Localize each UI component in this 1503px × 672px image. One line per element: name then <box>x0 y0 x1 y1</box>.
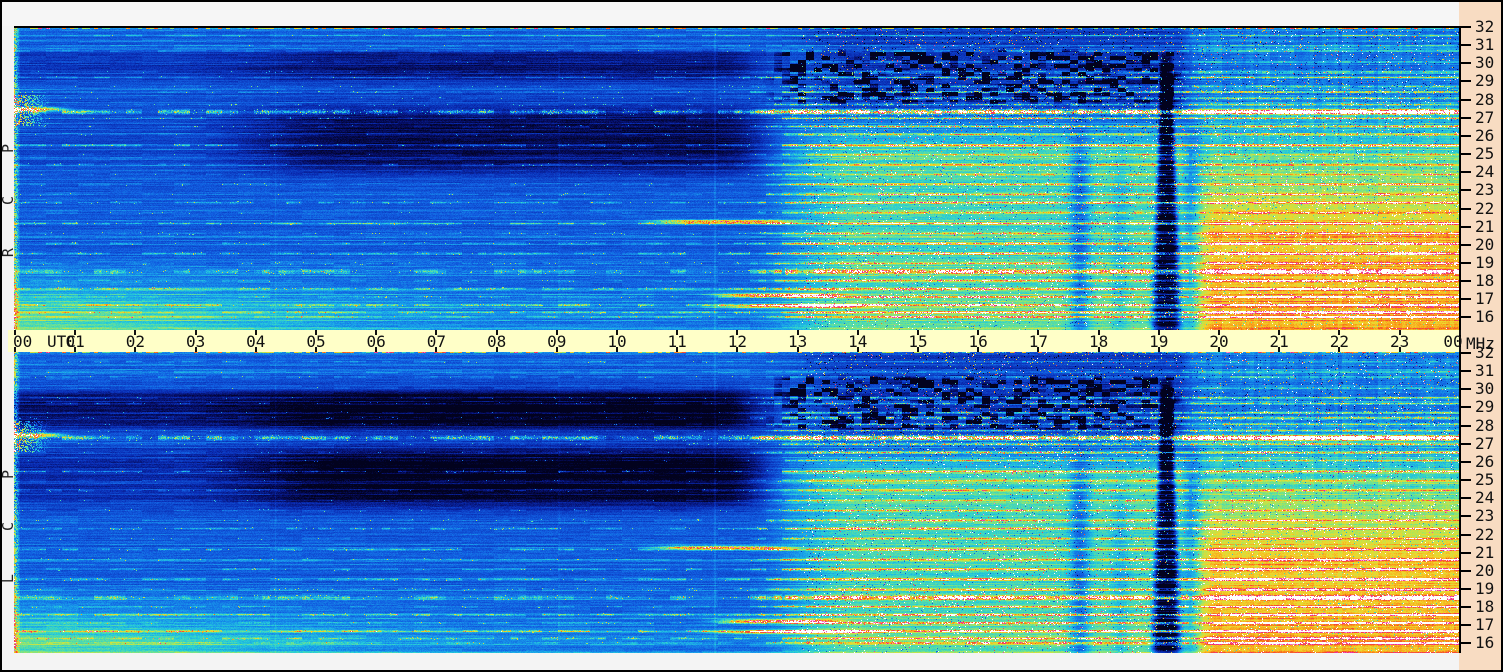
frequency-tick <box>1461 443 1471 445</box>
frequency-tick-label: 32 <box>1475 345 1501 361</box>
time-tick-label: 13 <box>783 334 813 350</box>
time-tick-label: 12 <box>722 334 752 350</box>
frequency-tick-label: 23 <box>1475 182 1501 198</box>
frequency-tick <box>1461 135 1471 137</box>
frequency-tick-label: 20 <box>1475 237 1501 253</box>
frequency-tick <box>1461 534 1471 536</box>
frequency-tick-label: 31 <box>1475 363 1501 379</box>
time-tick-label: 04 <box>241 334 271 350</box>
time-tick-label: 16 <box>963 334 993 350</box>
time-tick-label: 17 <box>1023 334 1053 350</box>
frequency-tick <box>1461 99 1471 101</box>
time-tick-label: 11 <box>662 334 692 350</box>
lcp-spectrogram-canvas <box>14 352 1459 653</box>
frequency-tick <box>1461 226 1471 228</box>
frequency-tick-label: 23 <box>1475 508 1501 524</box>
frequency-tick-label: 25 <box>1475 146 1501 162</box>
time-tick-label: 07 <box>421 334 451 350</box>
frequency-tick <box>1461 606 1471 608</box>
time-tick-label: 09 <box>542 334 572 350</box>
frequency-tick-label: 29 <box>1475 399 1501 415</box>
frequency-tick-label: 21 <box>1475 219 1501 235</box>
frequency-tick-label: 17 <box>1475 291 1501 307</box>
time-tick-label: 03 <box>181 334 211 350</box>
frequency-tick-label: 18 <box>1475 273 1501 289</box>
time-tick-label: 19 <box>1144 334 1174 350</box>
frequency-tick-label: 26 <box>1475 454 1501 470</box>
rcp-spectrogram-canvas <box>14 28 1459 330</box>
time-tick-label: 15 <box>903 334 933 350</box>
frequency-tick <box>1461 352 1471 354</box>
time-tick-label: 21 <box>1264 334 1294 350</box>
frequency-tick <box>1461 26 1471 28</box>
frequency-tick <box>1461 244 1471 246</box>
frequency-tick <box>1461 153 1471 155</box>
frequency-tick-label: 26 <box>1475 128 1501 144</box>
frequency-tick <box>1461 479 1471 481</box>
frequency-tick-label: 22 <box>1475 527 1501 543</box>
frequency-tick-label: 21 <box>1475 545 1501 561</box>
spectrograph-window: AJ4CO Observatory 02 Oct 2014 - DPS on T… <box>0 0 1503 672</box>
frequency-tick-label: 17 <box>1475 617 1501 633</box>
frequency-tick-label: 25 <box>1475 472 1501 488</box>
frequency-tick-label: 19 <box>1475 581 1501 597</box>
time-tick-label: 02 <box>120 334 150 350</box>
time-label-start: 00 <box>13 334 43 350</box>
time-tick-label: 23 <box>1385 334 1415 350</box>
time-tick-label: 01 <box>60 334 90 350</box>
frequency-tick-label: 30 <box>1475 381 1501 397</box>
time-tick-label: 20 <box>1204 334 1234 350</box>
frequency-tick <box>1461 552 1471 554</box>
frequency-tick <box>1461 624 1471 626</box>
frequency-tick-label: 16 <box>1475 635 1501 651</box>
frequency-tick <box>1461 44 1471 46</box>
frequency-tick <box>1461 515 1471 517</box>
time-label-end: 00 <box>1438 334 1468 350</box>
time-tick-label: 22 <box>1324 334 1354 350</box>
frequency-tick <box>1461 497 1471 499</box>
frequency-tick-label: 16 <box>1475 309 1501 325</box>
frequency-tick-label: 27 <box>1475 436 1501 452</box>
frequency-tick <box>1461 425 1471 427</box>
frequency-tick-label: 19 <box>1475 255 1501 271</box>
title-bar: AJ4CO Observatory 02 Oct 2014 - DPS on T… <box>2 2 1459 26</box>
frequency-tick-label: 29 <box>1475 73 1501 89</box>
frequency-tick <box>1461 262 1471 264</box>
frequency-tick-label: 18 <box>1475 599 1501 615</box>
frequency-tick <box>1461 208 1471 210</box>
frequency-tick <box>1461 117 1471 119</box>
frequency-tick <box>1461 189 1471 191</box>
time-tick-label: 08 <box>482 334 512 350</box>
frequency-tick-label: 22 <box>1475 201 1501 217</box>
frequency-tick-label: 20 <box>1475 563 1501 579</box>
time-tick-label: 10 <box>602 334 632 350</box>
frequency-tick-label: 28 <box>1475 418 1501 434</box>
time-tick-label: 05 <box>301 334 331 350</box>
frequency-tick-label: 30 <box>1475 55 1501 71</box>
frequency-tick <box>1461 316 1471 318</box>
frequency-tick <box>1461 570 1471 572</box>
frequency-tick-label: 24 <box>1475 164 1501 180</box>
frequency-tick <box>1461 588 1471 590</box>
frequency-tick-label: 28 <box>1475 92 1501 108</box>
frequency-tick <box>1461 80 1471 82</box>
frequency-tick <box>1461 280 1471 282</box>
time-tick-label: 14 <box>843 334 873 350</box>
frequency-tick <box>1461 406 1471 408</box>
frequency-tick <box>1461 298 1471 300</box>
frequency-tick <box>1461 642 1471 644</box>
time-tick-label: 18 <box>1084 334 1114 350</box>
time-tick-label: 06 <box>361 334 391 350</box>
frequency-tick <box>1461 388 1471 390</box>
frequency-tick-label: 32 <box>1475 19 1501 35</box>
frequency-tick-label: 31 <box>1475 37 1501 53</box>
frequency-tick <box>1461 62 1471 64</box>
frequency-tick <box>1461 461 1471 463</box>
frequency-tick <box>1461 171 1471 173</box>
frequency-tick-label: 27 <box>1475 110 1501 126</box>
frequency-tick-label: 24 <box>1475 490 1501 506</box>
frequency-tick <box>1461 370 1471 372</box>
